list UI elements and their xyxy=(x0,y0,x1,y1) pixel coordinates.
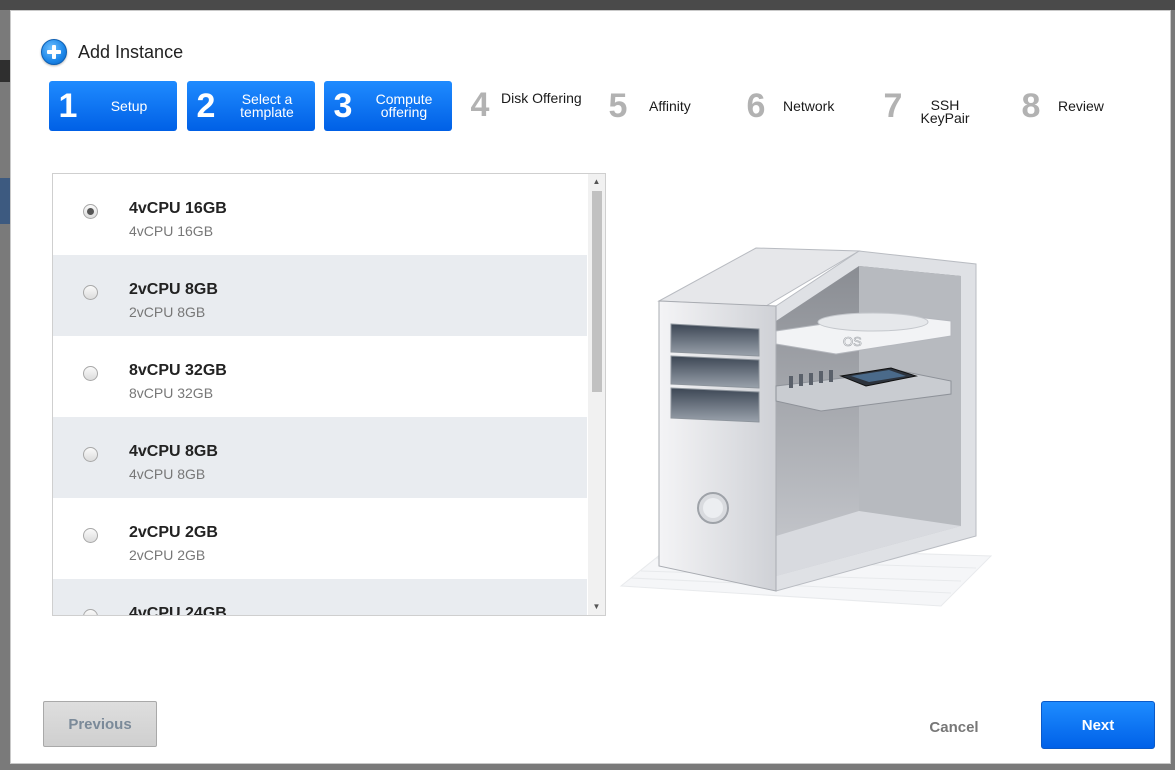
list-scrollbar[interactable]: ▲ ▼ xyxy=(588,174,605,615)
step-number: 6 xyxy=(746,86,766,125)
offering-description: 8vCPU 32GB xyxy=(129,385,214,401)
offering-description: 4vCPU 16GB xyxy=(129,223,214,239)
step-review[interactable]: 8 Review xyxy=(1012,81,1104,131)
offering-radio[interactable] xyxy=(83,447,98,462)
step-label: SSH KeyPair xyxy=(920,97,970,126)
scroll-up-arrow-icon[interactable]: ▲ xyxy=(588,174,605,190)
step-disk-offering[interactable]: 4 Disk Offering xyxy=(461,73,582,124)
offering-row[interactable]: 4vCPU 8GB 4vCPU 8GB xyxy=(53,417,587,498)
step-number: 2 xyxy=(196,86,216,125)
offering-row[interactable]: 8vCPU 32GB 8vCPU 32GB xyxy=(53,336,587,417)
dialog-title: Add Instance xyxy=(78,41,184,62)
step-label: Review xyxy=(1058,97,1104,114)
step-ssh-keypair[interactable]: 7 SSH KeyPair xyxy=(874,81,970,131)
step-setup[interactable]: 1 Setup xyxy=(49,81,177,131)
offering-radio[interactable] xyxy=(83,528,98,543)
offering-radio[interactable] xyxy=(83,285,98,300)
offering-radio[interactable] xyxy=(83,204,98,219)
offering-name: 8vCPU 32GB xyxy=(129,362,227,379)
offering-name: 2vCPU 8GB xyxy=(129,281,218,298)
step-number: 5 xyxy=(608,86,628,125)
offering-row[interactable]: 4vCPU 16GB 4vCPU 16GB xyxy=(53,174,587,255)
step-number: 3 xyxy=(333,86,353,125)
previous-button[interactable]: Previous xyxy=(43,701,157,747)
step-label: Affinity xyxy=(649,97,691,114)
offering-name: 4vCPU 8GB xyxy=(129,443,218,460)
step-label: Network xyxy=(783,97,835,114)
scroll-thumb[interactable] xyxy=(592,191,602,392)
offering-row[interactable]: 4vCPU 24GB xyxy=(53,579,587,616)
step-compute-offering[interactable]: 3 Compute offering xyxy=(324,81,452,131)
step-label: Setup xyxy=(110,97,148,114)
step-label: Select a template xyxy=(240,91,294,120)
next-button[interactable]: Next xyxy=(1041,701,1155,749)
step-affinity[interactable]: 5 Affinity xyxy=(599,81,691,131)
offering-name: 4vCPU 16GB xyxy=(129,200,227,217)
scroll-down-arrow-icon[interactable]: ▼ xyxy=(588,599,605,615)
offering-name: 4vCPU 24GB xyxy=(129,605,227,616)
offering-radio[interactable] xyxy=(83,366,98,381)
step-number: 4 xyxy=(470,85,490,124)
compute-offering-list[interactable]: 4vCPU 16GB 4vCPU 16GB 2vCPU 8GB 2vCPU 8G… xyxy=(52,173,606,616)
offering-row[interactable]: 2vCPU 8GB 2vCPU 8GB xyxy=(53,255,587,336)
offering-radio[interactable] xyxy=(83,609,98,615)
offering-description: 2vCPU 2GB xyxy=(129,547,206,563)
add-instance-dialog: Add Instance 1 Setup 2 Select a template… xyxy=(10,10,1171,764)
step-number: 1 xyxy=(58,86,78,125)
offering-row[interactable]: 2vCPU 2GB 2vCPU 2GB xyxy=(53,498,587,579)
offering-description: 4vCPU 8GB xyxy=(129,466,206,482)
step-network[interactable]: 6 Network xyxy=(737,81,835,131)
add-circle-icon xyxy=(41,39,67,65)
offering-description: 2vCPU 8GB xyxy=(129,304,206,320)
step-label: Compute offering xyxy=(375,91,433,120)
os-label: OS xyxy=(843,334,862,349)
wizard-steps: 1 Setup 2 Select a template 3 Compute of… xyxy=(49,81,1169,131)
cancel-button[interactable]: Cancel xyxy=(916,716,992,738)
step-label: Disk Offering xyxy=(501,89,582,106)
step-select-template[interactable]: 2 Select a template xyxy=(187,81,315,131)
offering-name: 2vCPU 2GB xyxy=(129,524,218,541)
background-header xyxy=(0,0,1175,10)
step-number: 8 xyxy=(1021,86,1041,125)
dialog-header: Add Instance xyxy=(41,39,183,65)
server-tower-illustration: OS xyxy=(619,247,993,607)
step-number: 7 xyxy=(883,86,903,125)
